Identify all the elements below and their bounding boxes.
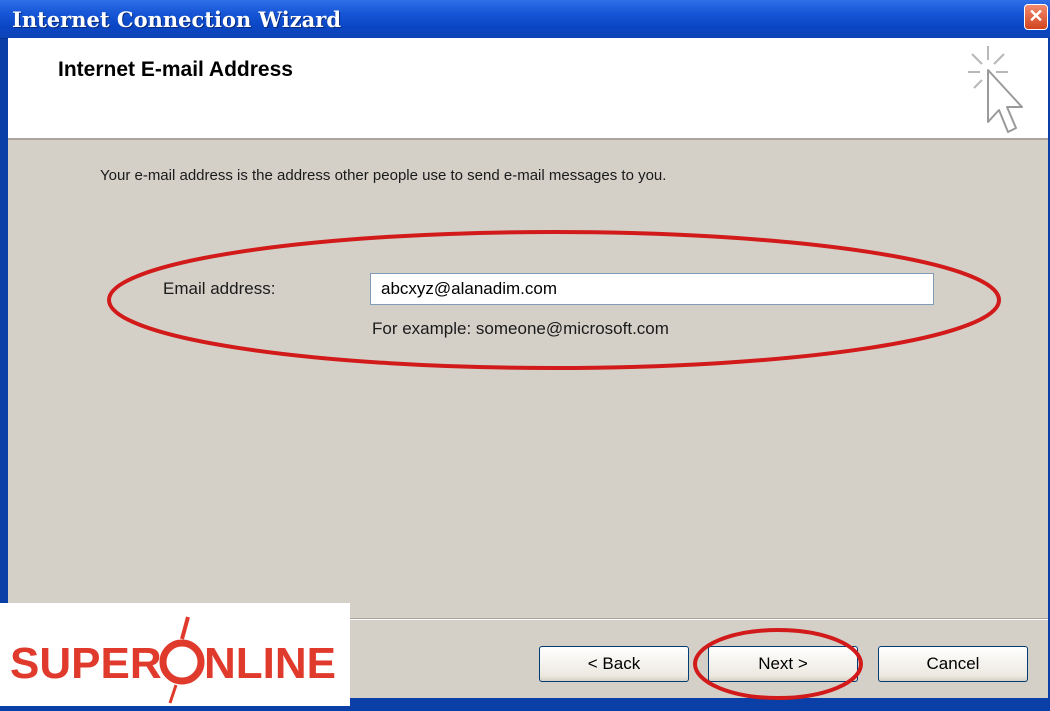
svg-text:NLINE: NLINE [204,639,336,688]
page-heading: Internet E-mail Address [58,58,293,81]
wizard-cursor-icon [968,46,1023,133]
window-title: Internet Connection Wizard [12,7,341,32]
title-bar: Internet Connection Wizard ✕ [0,0,1050,39]
superonline-logo-graphic: SUPER NLINE [10,616,336,704]
email-field[interactable] [370,273,934,305]
example-text: For example: someone@microsoft.com [372,319,669,338]
cancel-button[interactable]: Cancel [878,646,1028,682]
footer-divider [348,618,1048,620]
superonline-logo: SUPER NLINE [0,603,350,706]
next-button[interactable]: Next > [708,646,858,682]
email-label: Email address: [163,279,276,298]
wizard-header: Internet E-mail Address [8,38,1048,140]
back-button[interactable]: < Back [539,646,689,682]
description-text: Your e-mail address is the address other… [100,167,667,184]
svg-text:SUPER: SUPER [10,639,162,688]
close-icon[interactable]: ✕ [1024,4,1048,30]
wizard-dialog: Internet E-mail Address Your e-mail addr… [8,38,1048,698]
